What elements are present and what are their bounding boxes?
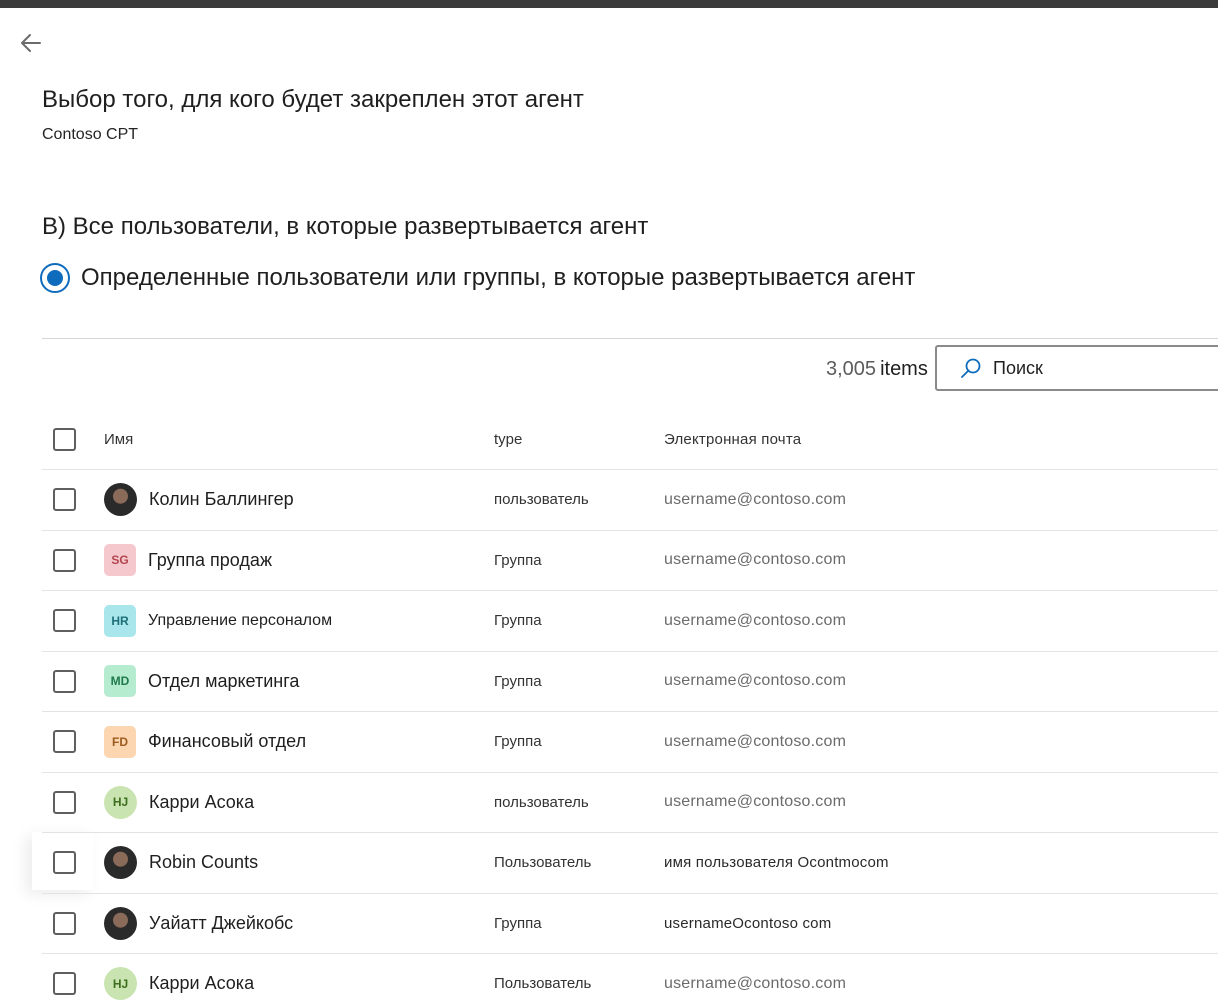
row-name-cell: Уайатт Джейкобс: [104, 906, 294, 940]
row-checkbox[interactable]: [53, 972, 76, 996]
table-header-row: Имя type Электронная почта: [42, 410, 1218, 470]
arrow-left-icon: [21, 34, 41, 52]
option-all-users[interactable]: B) Все пользователи, в которые развертыв…: [42, 213, 648, 241]
table-row[interactable]: HJ Карри Асока Пользователь username@contos…: [42, 954, 1218, 1002]
row-name-cell: Колин Баллингер: [104, 483, 294, 517]
radio-selected-dot: [47, 270, 63, 286]
row-email: username@contoso.com: [664, 672, 847, 690]
row-type: пользователь: [494, 491, 589, 509]
search-icon: [961, 358, 981, 378]
back-button[interactable]: [16, 28, 46, 58]
row-name-cell: MD Отдел маркетинга: [104, 665, 300, 698]
row-name: Уайатт Джейкобс: [149, 912, 294, 933]
row-type: Группа: [494, 914, 542, 932]
row-type: Группа: [494, 733, 542, 751]
select-all-checkbox[interactable]: [53, 428, 76, 451]
row-checkbox[interactable]: [53, 790, 76, 814]
avatar-photo: [104, 483, 137, 517]
row-email: username@contoso.com: [664, 490, 847, 508]
avatar: FD: [104, 725, 136, 758]
avatar: SG: [104, 544, 136, 577]
search-input[interactable]: [993, 357, 1193, 379]
avatar: HR: [104, 604, 136, 637]
row-checkbox[interactable]: [53, 488, 76, 512]
row-checkbox[interactable]: [53, 609, 76, 633]
row-type: Группа: [494, 672, 542, 690]
row-name-cell: FD Финансовый отдел: [104, 725, 307, 758]
row-type: Пользователь: [494, 854, 592, 872]
row-type: Группа: [494, 551, 542, 569]
table-row[interactable]: HR Управление персоналом Группа username@co…: [42, 591, 1218, 652]
row-name: Отдел маркетинга: [148, 670, 300, 691]
page-subtitle: Contoso CPT: [42, 126, 139, 143]
search-box[interactable]: [935, 345, 1218, 391]
row-name-cell: HJ Карри Асока: [104, 967, 255, 1001]
row-email: username@contoso.com: [664, 974, 847, 992]
items-count-number: 3,005: [826, 358, 877, 380]
row-email: имя пользователя Ocontmocom: [664, 854, 889, 872]
row-name-cell: SG Группа продаж: [104, 544, 272, 577]
row-email: username@contoso.com: [664, 793, 847, 811]
table-row[interactable]: Уайатт Джейкобс Группа usernameOcontoso co…: [42, 894, 1218, 954]
table-row[interactable]: Robin Counts Пользователь имя пользователя…: [42, 833, 1218, 894]
row-email: username@contoso.com: [664, 732, 847, 750]
row-checkbox[interactable]: [53, 911, 76, 935]
row-email: username@contoso.com: [664, 551, 847, 569]
column-header-name[interactable]: Имя: [104, 431, 133, 448]
row-checkbox[interactable]: [53, 669, 76, 693]
row-name: Управление персоналом: [148, 611, 333, 629]
row-type: Группа: [494, 612, 542, 630]
table-row[interactable]: SG Группа продаж Группа username@contoso.co…: [42, 531, 1218, 591]
option-specific-users[interactable]: Определенные пользователи или группы, в …: [40, 263, 915, 293]
row-checkbox[interactable]: [53, 730, 76, 754]
specific-users-radio[interactable]: [40, 263, 70, 293]
row-name-cell: HR Управление персоналом: [104, 604, 333, 637]
row-email: username@contoso.com: [664, 611, 847, 629]
column-header-email[interactable]: Электронная почта: [664, 431, 801, 448]
table-row[interactable]: Колин Баллингер пользователь username@cont…: [42, 470, 1218, 531]
table-row[interactable]: HJ Карри Асока пользователь username@contos…: [42, 773, 1218, 833]
row-checkbox[interactable]: [53, 851, 76, 875]
avatar: HJ: [104, 785, 137, 819]
row-name-cell: HJ Карри Асока: [104, 785, 255, 819]
avatar: HJ: [104, 967, 137, 1001]
items-count: 3,005 items: [826, 358, 928, 381]
page-title: Выбор того, для кого будет закреплен это…: [42, 86, 584, 113]
avatar-photo: [104, 846, 137, 880]
row-name: Карри Асока: [149, 973, 255, 994]
row-email: usernameOcontoso com: [664, 914, 832, 932]
row-type: пользователь: [494, 793, 589, 811]
option-specific-label: Определенные пользователи или группы, в …: [81, 264, 916, 291]
table-row[interactable]: FD Финансовый отдел Группа username@contoso…: [42, 712, 1218, 773]
row-name: Финансовый отдел: [148, 731, 307, 752]
items-count-label: items: [880, 358, 928, 380]
row-type: Пользователь: [494, 975, 592, 993]
avatar-photo: [104, 906, 137, 940]
row-name: Группа продаж: [148, 549, 272, 570]
row-name: Robin Counts: [149, 852, 259, 873]
users-table: Имя type Электронная почта Колин Баллинг…: [42, 410, 1218, 1002]
window-top-bar: [0, 0, 1218, 8]
table-row[interactable]: MD Отдел маркетинга Группа username@contoso…: [42, 652, 1218, 712]
row-name: Колин Баллингер: [149, 489, 294, 510]
column-header-type[interactable]: type: [494, 431, 522, 448]
row-checkbox[interactable]: [53, 548, 76, 572]
avatar: MD: [104, 665, 136, 698]
section-divider: [42, 338, 1218, 339]
row-name-cell: Robin Counts: [104, 846, 259, 880]
row-name: Карри Асока: [149, 791, 255, 812]
